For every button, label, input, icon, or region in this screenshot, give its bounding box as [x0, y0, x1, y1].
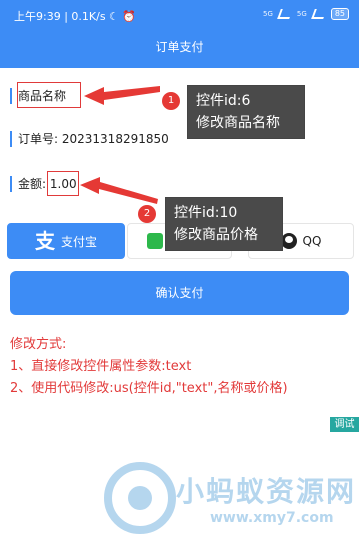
alipay-label: 支付宝 [60, 234, 97, 249]
instructions: 修改方式: 1、直接修改控件属性参数:text 2、使用代码修改:us(控件id… [10, 334, 288, 400]
annotation-2-line2: 修改商品价格 [174, 227, 258, 243]
annotation-box-2: 控件id:10 修改商品价格 [165, 197, 283, 251]
watermark-text: 小蚂蚁资源网 [176, 475, 357, 508]
annotation-box-1: 控件id:6 修改商品名称 [187, 85, 305, 139]
debug-button[interactable]: 调试 [330, 417, 359, 432]
instructions-step-2: 2、使用代码修改:us(控件id,"text",名称或价格) [10, 381, 288, 396]
instructions-step-1: 1、直接修改控件属性参数:text [10, 359, 192, 374]
alipay-icon: 支 [34, 229, 55, 253]
arrow-2 [80, 177, 158, 204]
instructions-heading: 修改方式: [10, 337, 67, 352]
wechat-icon [146, 233, 163, 249]
annotation-badge-1: 1 [162, 92, 180, 110]
annotation-2-line1: 控件id:10 [174, 205, 238, 221]
qq-label: QQ [302, 234, 322, 248]
annotation-1-line1: 控件id:6 [196, 93, 251, 109]
confirm-pay-button[interactable]: 确认支付 [10, 271, 349, 315]
watermark-url: www.xmy7.com [210, 510, 334, 526]
alipay-button[interactable]: 支 支付宝 [7, 223, 125, 259]
arrow-1 [84, 86, 160, 105]
annotation-1-line2: 修改商品名称 [196, 115, 280, 131]
annotation-badge-2: 2 [138, 205, 156, 223]
